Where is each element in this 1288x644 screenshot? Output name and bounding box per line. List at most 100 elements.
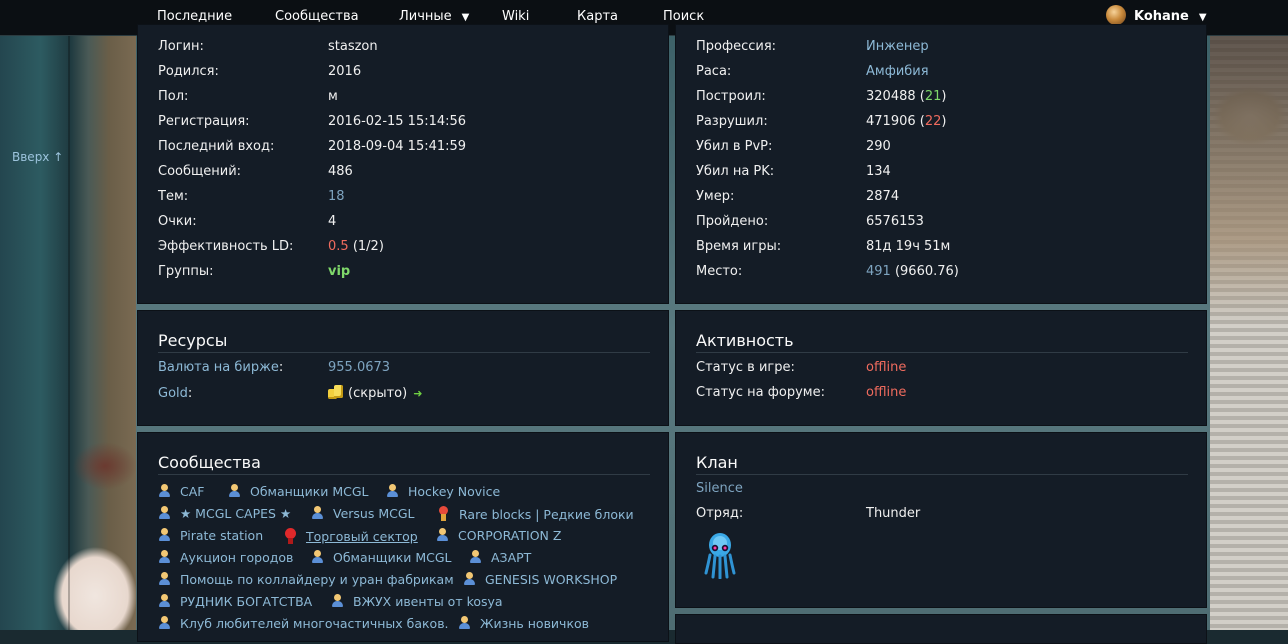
community-link[interactable]: ★ MCGL CAPES ★ xyxy=(158,506,291,521)
community-link[interactable]: Hockey Novice xyxy=(386,484,500,499)
community-name: ★ MCGL CAPES ★ xyxy=(180,506,292,521)
community-name: CAF xyxy=(180,484,205,499)
community-name: Rare blocks | Редкие блоки xyxy=(459,507,634,522)
ld-efficiency-ratio: (1/2) xyxy=(348,239,384,254)
paren: ) xyxy=(941,114,947,129)
profile-value: 2016 xyxy=(328,64,362,79)
community-name: Обманщики MCGL xyxy=(333,550,452,565)
profile-value: м xyxy=(328,89,338,104)
community-name: GENESIS WORKSHOP xyxy=(485,572,618,587)
stats-value: 290 xyxy=(866,139,891,154)
users-icon xyxy=(311,506,327,520)
profile-label: Логин: xyxy=(158,39,204,54)
background-art-right xyxy=(1210,36,1288,630)
users-icon xyxy=(311,550,327,564)
arrow-right-icon[interactable]: ➜ xyxy=(413,384,422,404)
community-link[interactable]: Аукцион городов xyxy=(158,550,293,565)
community-link[interactable]: GENESIS WORKSHOP xyxy=(463,572,617,587)
group-badge: vip xyxy=(328,264,351,279)
profile-value: 2016-02-15 15:14:56 xyxy=(328,114,467,129)
community-link[interactable]: Торговый сектор xyxy=(284,528,418,544)
community-name: Pirate station xyxy=(180,528,264,543)
community-name: Жизнь новичков xyxy=(480,616,590,631)
stats-label: Раса: xyxy=(696,64,732,79)
community-name: АЗАРТ xyxy=(491,550,532,565)
stats-value: 2874 xyxy=(866,189,900,204)
community-name: CORPORATION Z xyxy=(458,528,562,543)
profile-value: 0.5 (1/2) xyxy=(328,237,384,257)
gold-value: (скрыто) xyxy=(348,386,408,401)
stats-label: Убил в PvP: xyxy=(696,139,773,154)
users-icon xyxy=(228,484,244,498)
users-icon xyxy=(331,594,347,608)
currency-value: 955.0673 xyxy=(328,360,391,375)
community-name: Обманщики MCGL xyxy=(250,484,369,499)
gold-link[interactable]: Gold xyxy=(158,386,188,401)
community-name: ВЖУХ ивенты от kosya xyxy=(353,594,503,609)
community-link[interactable]: Обманщики MCGL xyxy=(311,550,452,565)
stats-label: Убил на PK: xyxy=(696,164,775,179)
destroyed-count: 471906 xyxy=(866,114,916,129)
avatar xyxy=(1106,4,1126,25)
community-link[interactable]: Versus MCGL xyxy=(311,506,415,521)
user-name: Kohane xyxy=(1134,9,1189,24)
built-count: 320488 xyxy=(866,89,916,104)
next-panel xyxy=(675,614,1207,644)
gold-colon: : xyxy=(187,386,193,401)
stats-label: Место: xyxy=(696,264,743,279)
community-link[interactable]: Помощь по коллайдеру и уран фабрикам xyxy=(158,572,454,587)
community-link[interactable]: CAF xyxy=(158,484,204,499)
community-link[interactable]: Обманщики MCGL xyxy=(228,484,369,499)
stats-label: Профессия: xyxy=(696,39,777,54)
users-icon xyxy=(436,528,452,542)
profile-label: Тем: xyxy=(158,189,189,204)
community-name: РУДНИК БОГАТСТВА xyxy=(180,594,313,609)
community-name: Клуб любителей многочастичных баков. xyxy=(180,616,449,631)
community-link[interactable]: Pirate station xyxy=(158,528,263,543)
nav-personal-label: Личные xyxy=(399,9,452,24)
community-link[interactable]: Клуб любителей многочастичных баков. xyxy=(158,616,449,631)
clan-link[interactable]: Silence xyxy=(696,479,743,499)
community-link[interactable]: Жизнь новичков xyxy=(458,616,589,631)
users-icon xyxy=(158,616,174,630)
profession-link[interactable]: Инженер xyxy=(866,37,929,57)
stats-label: Время игры: xyxy=(696,239,782,254)
race-link[interactable]: Амфибия xyxy=(866,62,929,82)
section-title: Активность xyxy=(696,331,1188,353)
profile-value: 4 xyxy=(328,214,337,229)
stats-label: Умер: xyxy=(696,189,735,204)
community-link[interactable]: РУДНИК БОГАТСТВА xyxy=(158,594,312,609)
community-link[interactable]: Rare blocks | Редкие блоки xyxy=(437,506,634,522)
currency-link[interactable]: Валюта на бирже xyxy=(158,360,279,375)
profile-value: 486 xyxy=(328,164,353,179)
users-icon xyxy=(158,484,174,498)
paren: ( xyxy=(915,114,925,129)
award-icon xyxy=(284,528,298,544)
game-status-value: offline xyxy=(866,360,907,375)
currency-label-wrap: Валюта на бирже: xyxy=(158,358,283,378)
topics-count-link[interactable]: 18 xyxy=(328,187,345,207)
section-title: Клан xyxy=(696,453,1188,475)
community-link[interactable]: ВЖУХ ивенты от kosya xyxy=(331,594,503,609)
profile-label: Очки: xyxy=(158,214,197,229)
scroll-up-link[interactable]: Вверх ↑ xyxy=(12,150,63,164)
community-link[interactable]: АЗАРТ xyxy=(469,550,531,565)
gold-coins-icon xyxy=(328,385,344,399)
section-title: Сообщества xyxy=(158,453,650,475)
stats-label: Пройдено: xyxy=(696,214,769,229)
users-icon xyxy=(158,572,174,586)
profile-label: Пол: xyxy=(158,89,189,104)
users-icon xyxy=(158,550,174,564)
gold-label-wrap: Gold: xyxy=(158,384,192,404)
paren: ) xyxy=(941,89,947,104)
profile-value: staszon xyxy=(328,39,378,54)
squad-value: Thunder xyxy=(866,506,921,521)
rank-link[interactable]: 491 xyxy=(866,264,891,279)
users-icon xyxy=(463,572,479,586)
community-link[interactable]: CORPORATION Z xyxy=(436,528,561,543)
currency-colon: : xyxy=(278,360,284,375)
profile-label: Родился: xyxy=(158,64,219,79)
users-icon xyxy=(158,528,174,542)
stats-value: 491 (9660.76) xyxy=(866,262,959,282)
profile-label: Последний вход: xyxy=(158,139,275,154)
